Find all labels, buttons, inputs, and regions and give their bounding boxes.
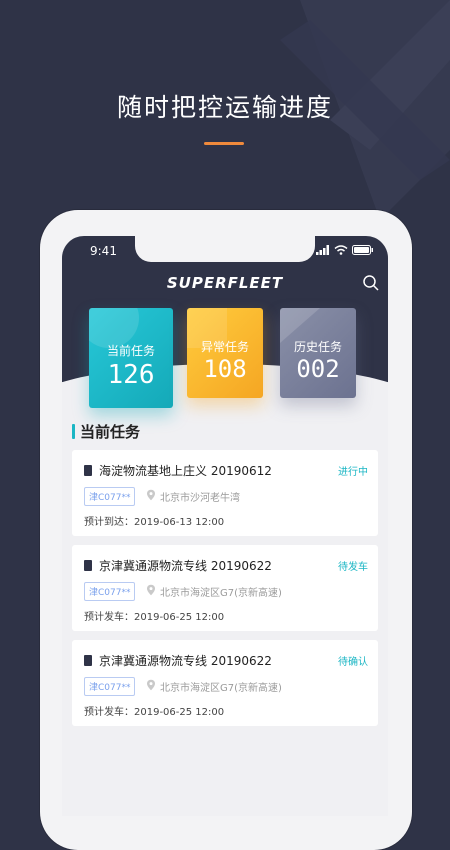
task-eta: 预计发车：2019-06-25 12:00 (84, 612, 225, 623)
task-eta: 预计发车：2019-06-25 12:00 (84, 707, 225, 718)
headline-underline (204, 142, 244, 145)
task-item[interactable]: 海淀物流基地上庄义 20190612 进行中 津C077** 北京市沙河老牛湾 … (72, 450, 378, 536)
document-icon (84, 655, 92, 666)
task-title: 海淀物流基地上庄义 20190612 (99, 464, 272, 478)
search-icon[interactable] (362, 274, 380, 292)
card-label: 历史任务 (293, 340, 342, 354)
task-item[interactable]: 京津冀通源物流专线 20190622 待发车 津C077** 北京市海淀区G7(… (72, 545, 378, 631)
current-task-card[interactable]: 当前任务 126 (89, 308, 173, 408)
card-label: 异常任务 (200, 340, 249, 354)
location-pin-icon (147, 489, 155, 501)
document-icon (84, 560, 92, 571)
task-location: 北京市海淀区G7(京新高速) (160, 683, 282, 694)
task-title: 京津冀通源物流专线 20190622 (99, 654, 272, 668)
signal-icon (316, 245, 329, 255)
task-status: 待发车 (338, 562, 368, 573)
card-label: 当前任务 (106, 344, 155, 358)
status-icons (316, 245, 374, 255)
location-pin-icon (147, 679, 155, 691)
task-location: 北京市沙河老牛湾 (160, 493, 240, 504)
card-count: 108 (203, 355, 247, 383)
card-count: 126 (107, 360, 155, 390)
card-count: 002 (296, 355, 340, 383)
plate-badge: 津C077** (84, 487, 136, 506)
section-title: 当前任务 (80, 423, 141, 441)
status-time: 9:41 (90, 244, 117, 258)
wifi-icon (334, 245, 348, 255)
brand-logo: SUPERFLEET (166, 274, 284, 292)
task-title: 京津冀通源物流专线 20190622 (99, 559, 272, 573)
abnormal-task-card[interactable]: 异常任务 108 (187, 308, 263, 398)
task-eta: 预计到达：2019-06-13 12:00 (84, 517, 225, 528)
history-task-card[interactable]: 历史任务 002 (280, 308, 356, 398)
battery-icon (352, 245, 373, 255)
document-icon (84, 465, 92, 476)
headline: 随时把控运输进度 (116, 93, 333, 122)
task-status: 待确认 (338, 657, 368, 668)
plate-badge: 津C077** (84, 582, 136, 601)
plate-badge: 津C077** (84, 677, 136, 696)
phone-screen: 9:41 SUPERFLEET 当前任务 126 异常任务 108 历史任务 0… (62, 236, 388, 816)
task-status: 进行中 (338, 467, 368, 478)
phone-notch (135, 236, 315, 262)
section-accent-bar (72, 424, 75, 439)
task-location: 北京市海淀区G7(京新高速) (160, 588, 282, 599)
task-item[interactable]: 京津冀通源物流专线 20190622 待确认 津C077** 北京市海淀区G7(… (72, 640, 378, 726)
location-pin-icon (147, 584, 155, 596)
